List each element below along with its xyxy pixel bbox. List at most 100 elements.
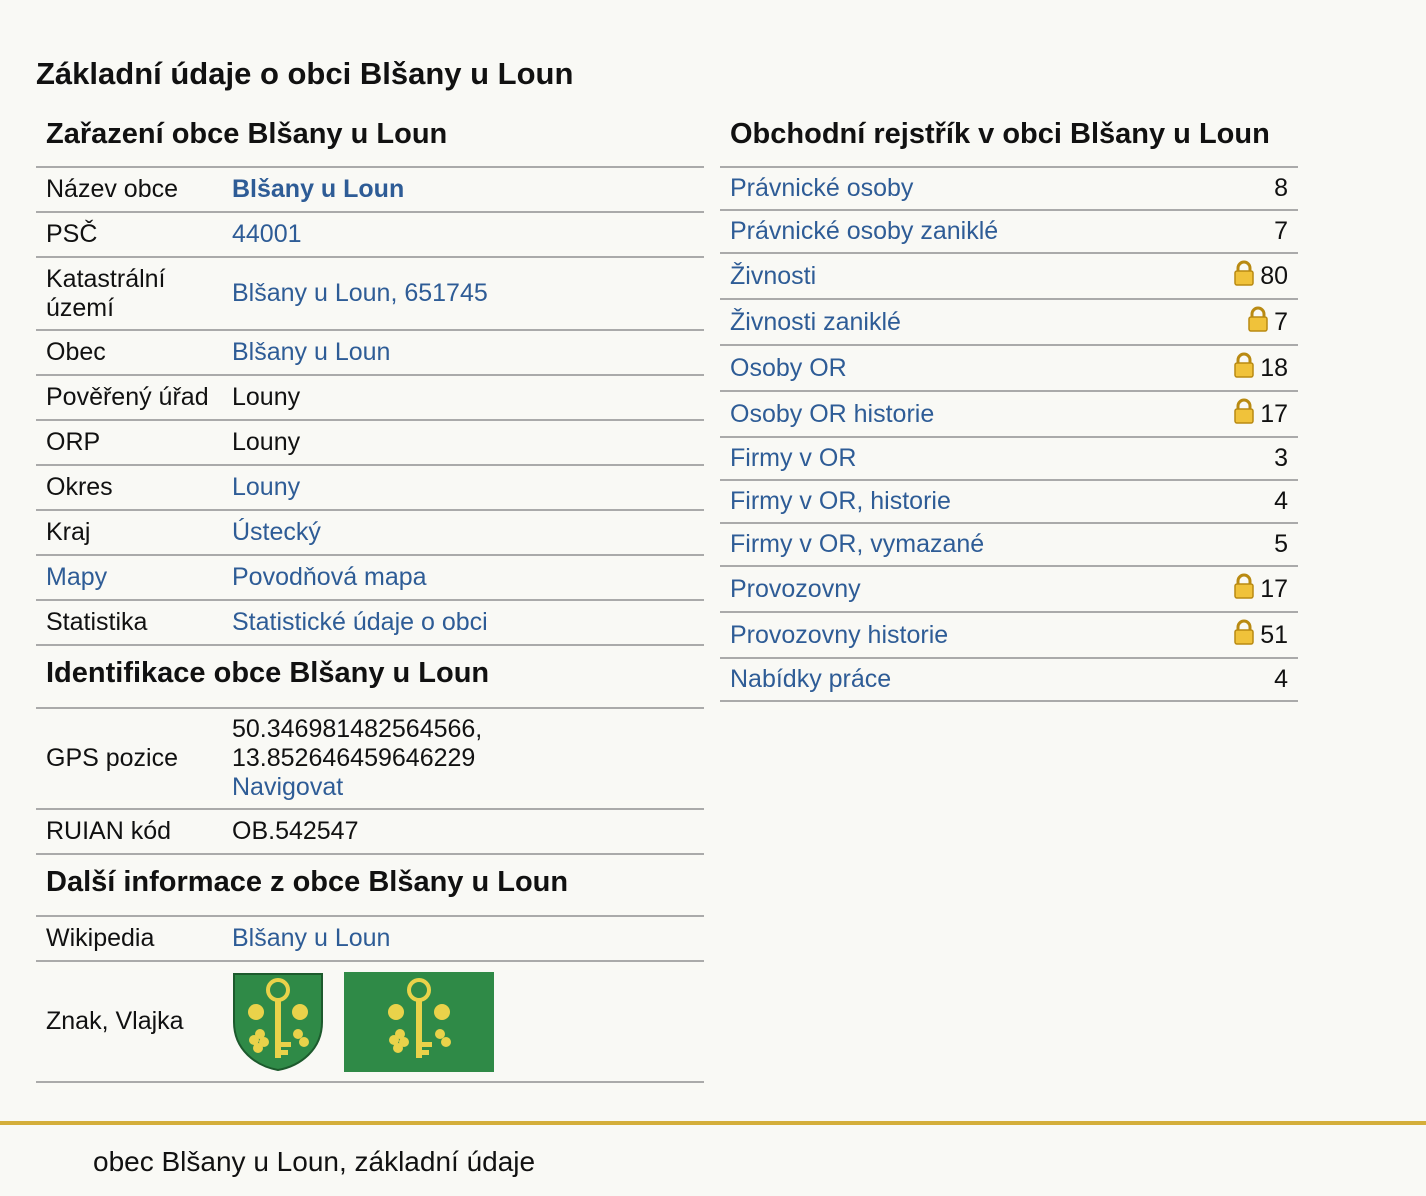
row-povereny-urad: Pověřený úřad Louny: [36, 376, 704, 421]
katastr-link[interactable]: Blšany u Loun, 651745: [232, 279, 704, 308]
rejstrik-row: Živnosti 80: [720, 254, 1298, 300]
rejstrik-link[interactable]: Firmy v OR, historie: [730, 487, 951, 516]
rejstrik-count-cell: 8: [1274, 174, 1288, 203]
row-label: PSČ: [46, 220, 98, 248]
row-statistika: Statistika Statistické údaje o obci: [36, 601, 704, 646]
row-label: Katastrální území: [46, 264, 166, 322]
identifikace-heading: Identifikace obce Blšany u Loun: [36, 646, 704, 709]
rejstrik-link[interactable]: Firmy v OR: [730, 444, 856, 473]
rejstrik-count-cell: 18: [1234, 352, 1288, 385]
obec-link[interactable]: Blšany u Loun: [232, 338, 704, 367]
row-label: GPS pozice: [46, 744, 179, 772]
rejstrik-link[interactable]: Osoby OR historie: [730, 400, 934, 429]
obec-name-link[interactable]: Blšany u Loun: [232, 175, 704, 204]
lock-icon[interactable]: [1234, 398, 1254, 431]
povodnova-mapa-link[interactable]: Povodňová mapa: [232, 563, 704, 592]
row-label: Wikipedia: [46, 924, 155, 952]
rejstrik-link[interactable]: Provozovny historie: [730, 621, 948, 650]
page-title: Základní údaje o obci Blšany u Loun: [36, 56, 574, 91]
navigate-link[interactable]: Navigovat: [232, 773, 343, 801]
rejstrik-row: Osoby OR 18: [720, 346, 1298, 392]
orp-value: Louny: [232, 428, 301, 456]
row-label: Obec: [46, 338, 106, 366]
rejstrik-link[interactable]: Živnosti: [730, 262, 816, 291]
row-katastralni-uzemi: Katastrální území Blšany u Loun, 651745: [36, 258, 704, 331]
wikipedia-link[interactable]: Blšany u Loun: [232, 924, 704, 953]
rejstrik-row: Právnické osoby 8: [720, 168, 1298, 211]
row-label: Statistika: [46, 608, 148, 636]
zarazeni-heading: Zařazení obce Blšany u Loun: [36, 112, 704, 168]
rejstrik-link[interactable]: Firmy v OR, vymazané: [730, 530, 984, 559]
mapy-link[interactable]: Mapy: [36, 563, 232, 592]
lock-icon[interactable]: [1234, 619, 1254, 652]
footer-divider: [0, 1121, 1426, 1125]
row-psc: PSČ 44001: [36, 213, 704, 258]
lock-icon[interactable]: [1234, 352, 1254, 385]
row-znak-vlajka: Znak, Vlajka: [36, 962, 704, 1083]
lock-icon[interactable]: [1234, 260, 1254, 293]
rejstrik-count-cell: 3: [1274, 444, 1288, 473]
rejstrik-list: Právnické osoby 8 Právnické osoby zaniklé 7…: [720, 168, 1298, 702]
rejstrik-count-cell: 5: [1274, 530, 1288, 559]
rejstrik-count: 17: [1260, 574, 1288, 603]
psc-link[interactable]: 44001: [232, 220, 704, 249]
right-column: Obchodní rejstřík v obci Blšany u Loun P…: [720, 112, 1298, 702]
rejstrik-count-cell: 17: [1234, 573, 1288, 606]
rejstrik-link[interactable]: Živnosti zaniklé: [730, 308, 901, 337]
rejstrik-count: 4: [1274, 665, 1288, 693]
gps-longitude: 13.852646459646229: [232, 744, 476, 772]
kraj-link[interactable]: Ústecký: [232, 518, 704, 547]
rejstrik-count-cell: 7: [1248, 306, 1288, 339]
rejstrik-link[interactable]: Osoby OR: [730, 354, 847, 383]
okres-link[interactable]: Louny: [232, 473, 704, 502]
row-ruian: RUIAN kód OB.542547: [36, 810, 704, 855]
rejstrik-count: 18: [1260, 353, 1288, 382]
rejstrik-row: Provozovny historie 51: [720, 613, 1298, 659]
row-gps: GPS pozice 50.346981482564566, 13.852646…: [36, 709, 704, 810]
statistika-link[interactable]: Statistické údaje o obci: [232, 608, 704, 637]
rejstrik-link[interactable]: Nabídky práce: [730, 665, 891, 694]
flag-image[interactable]: [344, 971, 494, 1072]
rejstrik-link[interactable]: Právnické osoby zaniklé: [730, 217, 998, 246]
rejstrik-count: 4: [1274, 487, 1288, 515]
row-label: Znak, Vlajka: [46, 1007, 184, 1035]
rejstrik-count-cell: 4: [1274, 487, 1288, 516]
row-okres: Okres Louny: [36, 466, 704, 511]
row-label: Okres: [46, 473, 113, 501]
rejstrik-link[interactable]: Právnické osoby: [730, 174, 913, 203]
gps-latitude: 50.346981482564566,: [232, 715, 483, 743]
rejstrik-row: Živnosti zaniklé 7: [720, 300, 1298, 346]
row-kraj: Kraj Ústecký: [36, 511, 704, 556]
dalsi-heading: Další informace z obce Blšany u Loun: [36, 855, 704, 917]
rejstrik-count: 7: [1274, 217, 1288, 245]
rejstrik-count: 3: [1274, 444, 1288, 472]
left-column: Zařazení obce Blšany u Loun Název obce B…: [36, 112, 704, 1083]
rejstrik-count: 7: [1274, 307, 1288, 336]
rejstrik-row: Firmy v OR, historie 4: [720, 481, 1298, 524]
rejstrik-row: Firmy v OR, vymazané 5: [720, 524, 1298, 567]
rejstrik-row: Osoby OR historie 17: [720, 392, 1298, 438]
rejstrik-row: Provozovny 17: [720, 567, 1298, 613]
lock-icon[interactable]: [1234, 573, 1254, 606]
lock-icon[interactable]: [1248, 306, 1268, 339]
row-wikipedia: Wikipedia Blšany u Loun: [36, 917, 704, 962]
footer-text: obec Blšany u Loun, základní údaje: [93, 1146, 536, 1177]
rejstrik-link[interactable]: Provozovny: [730, 575, 861, 604]
row-label: Pověřený úřad: [46, 383, 209, 411]
rejstrik-count-cell: 51: [1234, 619, 1288, 652]
rejstrik-count: 80: [1260, 261, 1288, 290]
row-mapy: Mapy Povodňová mapa: [36, 556, 704, 601]
row-nazev-obce: Název obce Blšany u Loun: [36, 168, 704, 213]
gps-value: 50.346981482564566, 13.852646459646229 N…: [232, 715, 704, 802]
rejstrik-count: 5: [1274, 530, 1288, 558]
symbols: [232, 971, 704, 1072]
ruian-value: OB.542547: [232, 817, 359, 845]
rejstrik-row: Nabídky práce 4: [720, 659, 1298, 702]
coat-of-arms-image[interactable]: [232, 972, 324, 1072]
rejstrik-row: Právnické osoby zaniklé 7: [720, 211, 1298, 254]
row-label: Název obce: [46, 175, 179, 203]
rejstrik-heading: Obchodní rejstřík v obci Blšany u Loun: [720, 112, 1298, 168]
rejstrik-count: 17: [1260, 399, 1288, 428]
rejstrik-count-cell: 7: [1274, 217, 1288, 246]
rejstrik-row: Firmy v OR 3: [720, 438, 1298, 481]
